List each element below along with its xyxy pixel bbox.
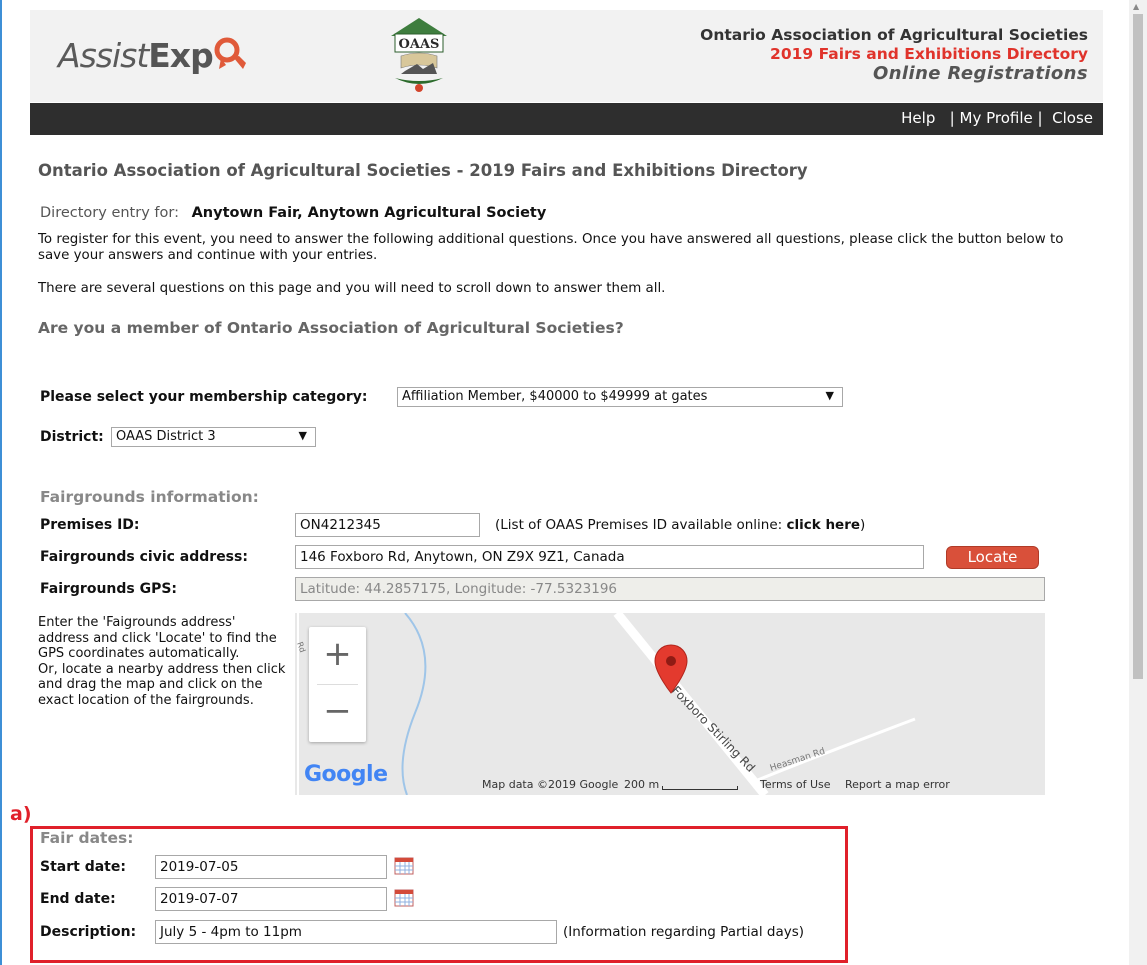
map-footer: Map data ©2019 Google 200 m Terms of Use…	[480, 774, 1045, 795]
description-input[interactable]: July 5 - 4pm to 11pm	[155, 920, 557, 944]
civic-address-input[interactable]: 146 Foxboro Rd, Anytown, ON Z9X 9Z1, Can…	[295, 545, 924, 569]
start-date-label: Start date:	[40, 859, 126, 875]
district-label: District:	[40, 429, 104, 445]
start-date-input[interactable]: 2019-07-05	[155, 855, 387, 879]
map-scale-bar	[662, 786, 738, 790]
site-header: AssistExp OAAS Ontario Association of Ag…	[30, 10, 1103, 102]
member-question: Are you a member of Ontario Association …	[38, 319, 624, 337]
map-pin-icon[interactable]	[653, 643, 689, 695]
nav-separator: |	[949, 109, 955, 127]
ribbon-icon	[214, 37, 246, 69]
nav-separator: |	[1037, 109, 1043, 127]
close-link[interactable]: Close	[1052, 109, 1093, 127]
zoom-in-button[interactable]: +	[309, 627, 366, 684]
calendar-icon[interactable]	[394, 857, 414, 875]
map-help-line-1: Enter the 'Faigrounds address' address a…	[38, 615, 277, 661]
description-label: Description:	[40, 924, 137, 940]
district-select[interactable]: OAAS District 3 ▼	[111, 427, 316, 447]
map-attribution: Map data ©2019 Google	[482, 778, 619, 791]
end-date-input[interactable]: 2019-07-07	[155, 887, 387, 911]
road-label-foxboro: Foxboro Stirling Rd	[669, 683, 758, 774]
top-nav-bar: Help | My Profile | Close	[30, 103, 1103, 135]
google-map[interactable]: Foxboro Stirling Rd Heasman Rd Rd + − Go…	[295, 613, 1045, 795]
map-report-link[interactable]: Report a map error	[845, 778, 950, 791]
fairgrounds-section-title: Fairgrounds information:	[40, 488, 259, 506]
civic-address-value: 146 Foxboro Rd, Anytown, ON Z9X 9Z1, Can…	[300, 549, 625, 565]
scrollbar-thumb[interactable]	[1133, 14, 1143, 679]
map-help-text: Enter the 'Faigrounds address' address a…	[38, 615, 288, 708]
map-zoom-control: + −	[309, 627, 366, 742]
premises-note: (List of OAAS Premises ID available onli…	[495, 517, 865, 533]
road-label-rd: Rd	[295, 641, 307, 654]
scroll-note: There are several questions on this page…	[38, 281, 666, 296]
dropdown-arrow-icon: ▼	[298, 429, 307, 442]
google-logo-text: Google	[304, 762, 388, 787]
description-value: July 5 - 4pm to 11pm	[160, 924, 302, 940]
map-terms-link[interactable]: Terms of Use	[760, 778, 831, 791]
intro-paragraph: To register for this event, you need to …	[38, 232, 1064, 263]
logo-text-assist: Assist	[58, 36, 149, 75]
district-value: OAAS District 3	[116, 429, 216, 444]
assistexpo-logo[interactable]: AssistExp	[58, 36, 249, 75]
road-label-heasman: Heasman Rd	[769, 747, 827, 774]
top-gap	[2, 0, 1147, 10]
directory-entry-value: Anytown Fair, Anytown Agricultural Socie…	[191, 205, 547, 221]
header-titles: Ontario Association of Agricultural Soci…	[700, 26, 1088, 83]
premises-note-prefix: (List of OAAS Premises ID available onli…	[495, 517, 787, 533]
oaas-logo-text: OAAS	[399, 37, 440, 52]
map-scale: 200 m	[624, 778, 660, 791]
calendar-icon[interactable]	[394, 889, 414, 907]
online-registrations: Online Registrations	[873, 63, 1088, 84]
directory-entry: Directory entry for: Anytown Fair, Anyto…	[40, 205, 546, 221]
start-date-value: 2019-07-05	[160, 859, 239, 875]
premises-click-here-link[interactable]: click here	[787, 517, 861, 533]
end-date-label: End date:	[40, 891, 116, 907]
logo-text-expo: Exp	[148, 36, 213, 75]
zoom-out-button[interactable]: −	[309, 684, 366, 741]
map-roads: Foxboro Stirling Rd Heasman Rd Rd	[295, 613, 916, 795]
membership-category-label: Please select your membership category:	[40, 389, 368, 405]
premises-note-suffix: )	[860, 517, 866, 533]
window-left-border	[0, 0, 2, 965]
gps-input: Latitude: 44.2857175, Longitude: -77.532…	[295, 577, 1045, 601]
partial-days-note: (Information regarding Partial days)	[563, 924, 805, 940]
membership-category-select[interactable]: Affiliation Member, $40000 to $49999 at …	[397, 387, 843, 407]
scroll-up-arrow-icon[interactable]: ▲	[1133, 2, 1139, 11]
org-name: Ontario Association of Agricultural Soci…	[700, 26, 1088, 44]
annotation-label: a)	[10, 803, 32, 825]
dropdown-arrow-icon: ▼	[825, 389, 834, 402]
civic-address-label: Fairgrounds civic address:	[40, 549, 248, 565]
directory-title: 2019 Fairs and Exhibitions Directory	[770, 45, 1088, 63]
map-help-line-2: Or, locate a nearby address then click a…	[38, 661, 286, 708]
gps-label: Fairgrounds GPS:	[40, 581, 178, 597]
page-title: Ontario Association of Agricultural Soci…	[38, 161, 808, 180]
fair-dates-section-title: Fair dates:	[40, 829, 134, 847]
directory-entry-label: Directory entry for:	[40, 205, 179, 221]
end-date-value: 2019-07-07	[160, 891, 239, 907]
nav-links: Help | My Profile | Close	[901, 109, 1093, 127]
locate-button[interactable]: Locate	[946, 546, 1039, 569]
help-link[interactable]: Help	[901, 109, 935, 127]
membership-category-value: Affiliation Member, $40000 to $49999 at …	[402, 389, 708, 404]
my-profile-link[interactable]: My Profile	[960, 109, 1033, 127]
premises-id-value: ON4212345	[300, 517, 381, 533]
google-logo: Google	[304, 762, 388, 787]
premises-id-label: Premises ID:	[40, 517, 140, 533]
gps-value: Latitude: 44.2857175, Longitude: -77.532…	[300, 581, 618, 597]
premises-id-input[interactable]: ON4212345	[295, 513, 480, 537]
oaas-logo: OAAS	[391, 18, 447, 92]
vertical-scrollbar[interactable]: ▲	[1129, 0, 1147, 965]
